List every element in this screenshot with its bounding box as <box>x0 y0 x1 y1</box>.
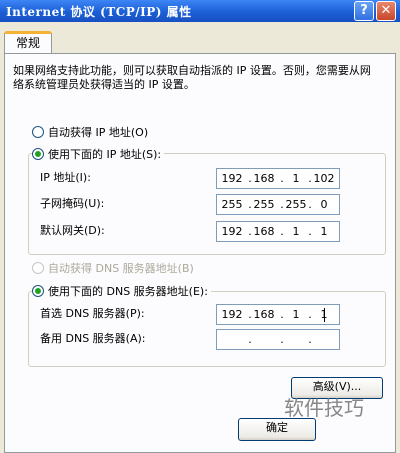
manual-dns-option[interactable]: 使用下面的 DNS 服务器地址(E): <box>32 283 211 299</box>
preferred-dns-input[interactable]: 192 . 168 . 1 . 1 <box>216 304 340 325</box>
octet: 168 <box>253 225 275 238</box>
auto-ip-radio[interactable] <box>32 126 44 138</box>
preferred-dns-label: 首选 DNS 服务器(P): <box>40 307 145 320</box>
window-title: Internet 协议 (TCP/IP) 属性 <box>6 5 192 19</box>
auto-dns-label: 自动获得 DNS 服务器地址(B) <box>48 262 194 275</box>
octet-dot: . <box>280 333 284 346</box>
help-icon: ? <box>360 3 368 18</box>
octet: 1 <box>320 225 328 238</box>
close-button[interactable]: ✕ <box>376 1 396 21</box>
octet: 1 <box>292 308 300 321</box>
default-gateway-input[interactable]: 192 . 168 . 1 . 1 <box>216 221 340 242</box>
octet: 192 <box>221 225 243 238</box>
octet: 255 <box>285 198 307 211</box>
ip-address-input[interactable]: 192 . 168 . 1 . 102 <box>216 168 340 189</box>
octet: 192 <box>221 172 243 185</box>
octet: 1 <box>292 172 300 185</box>
close-icon: ✕ <box>380 3 392 18</box>
alternate-dns-input[interactable]: . . . <box>216 329 340 350</box>
auto-dns-radio <box>32 262 44 274</box>
manual-ip-label: 使用下面的 IP 地址(S): <box>48 148 162 161</box>
text-cursor <box>324 308 325 322</box>
manual-ip-option[interactable]: 使用下面的 IP 地址(S): <box>32 146 165 162</box>
watermark: 软件技巧 <box>284 396 364 420</box>
subnet-mask-label: 子网掩码(U): <box>40 197 105 210</box>
octet-dot: . <box>248 333 252 346</box>
title-bar[interactable]: Internet 协议 (TCP/IP) 属性 ? ✕ <box>0 0 400 22</box>
default-gateway-label: 默认网关(D): <box>40 224 105 237</box>
auto-ip-option[interactable]: 自动获得 IP 地址(O) <box>32 124 148 140</box>
description-text: 如果网络支持此功能，则可以获取自动指派的 IP 设置。否则，您需要从网络系统管理… <box>13 64 371 91</box>
ip-address-label: IP 地址(I): <box>40 171 91 184</box>
auto-ip-label: 自动获得 IP 地址(O) <box>48 126 149 139</box>
ok-button[interactable]: 确定 <box>238 418 316 441</box>
octet: 1 <box>292 225 300 238</box>
manual-ip-radio[interactable] <box>32 148 44 160</box>
alternate-dns-label: 备用 DNS 服务器(A): <box>40 332 146 345</box>
octet: 192 <box>221 308 243 321</box>
octet: 102 <box>313 172 335 185</box>
tab-strip: 常规 <box>0 22 400 54</box>
octet: 168 <box>253 172 275 185</box>
manual-dns-radio[interactable] <box>32 285 44 297</box>
manual-dns-label: 使用下面的 DNS 服务器地址(E): <box>48 285 208 298</box>
octet: 0 <box>320 198 328 211</box>
octet: 168 <box>253 308 275 321</box>
tab-general[interactable]: 常规 <box>4 31 52 53</box>
help-button[interactable]: ? <box>354 1 374 21</box>
subnet-mask-input[interactable]: 255 . 255 . 255 . 0 <box>216 194 340 215</box>
octet: 255 <box>221 198 243 211</box>
auto-dns-option: 自动获得 DNS 服务器地址(B) <box>32 260 194 276</box>
octet-dot: . <box>308 333 312 346</box>
octet: 255 <box>253 198 275 211</box>
